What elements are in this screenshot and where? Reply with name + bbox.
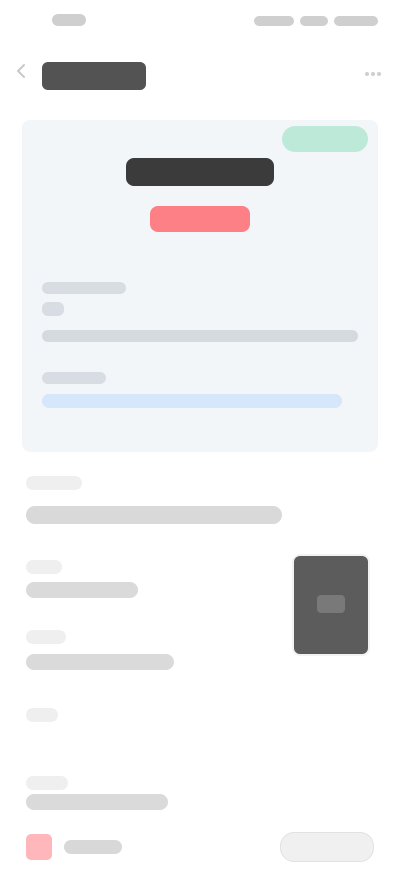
qr-code-icon [317,595,345,613]
header [0,46,400,102]
bottom-right-button[interactable] [280,832,374,862]
page-title [42,62,146,90]
bottom-left-label[interactable] [64,840,122,854]
main-value [126,158,274,186]
field-label-b [26,630,66,644]
field-label-d [26,776,68,790]
info-link-2[interactable] [42,394,342,408]
field-value-a [26,582,138,598]
amount-value [150,206,250,232]
info-sublabel-1 [42,302,64,316]
info-label-2 [42,372,106,384]
field-value-b [26,654,174,670]
summary-card [22,120,378,452]
field-value-d [26,794,168,810]
battery-icon [334,16,378,26]
section-description [26,506,282,524]
status-time [52,14,86,26]
field-label-a [26,560,62,574]
qr-code-thumbnail[interactable] [294,556,368,654]
wifi-icon [300,16,328,26]
bottom-left-icon[interactable] [26,834,52,860]
status-icons [254,14,382,28]
field-label-c [26,708,58,722]
status-bar [0,0,400,44]
bottom-action-bar [0,822,400,889]
back-arrow-icon[interactable] [14,63,30,79]
info-line-1 [42,330,358,342]
status-tag [282,126,368,152]
info-label-1 [42,282,126,294]
more-icon[interactable] [362,66,384,82]
signal-icon [254,16,294,26]
section-label [26,476,82,490]
